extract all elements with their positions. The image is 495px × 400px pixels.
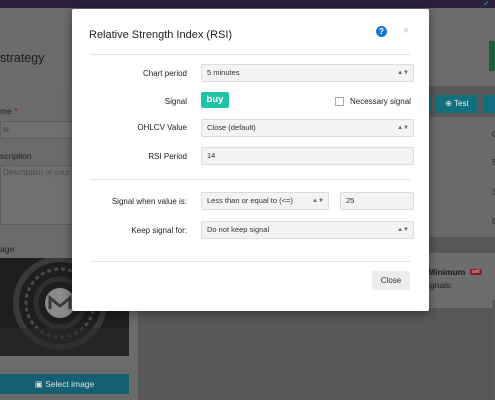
- chart-period-label: Chart period: [142, 69, 187, 78]
- keep-signal-label: Keep signal for:: [131, 226, 187, 235]
- header-accent: [489, 41, 495, 71]
- ohlcv-select[interactable]: Close (default) ▲▼: [201, 119, 414, 137]
- close-button[interactable]: Close: [372, 271, 410, 290]
- select-image-button[interactable]: ▣ Select image: [0, 374, 129, 394]
- select-arrows-icon: ▲▼: [397, 125, 409, 131]
- divider: [90, 54, 410, 55]
- test-button[interactable]: ⊕ Test: [436, 95, 478, 113]
- necessary-signal-label: Necessary signal: [350, 97, 411, 106]
- rsi-period-label: RSI Period: [148, 152, 187, 161]
- keep-signal-select[interactable]: Do not keep signal ▲▼: [201, 221, 414, 239]
- status-check-icon: ✓: [483, 0, 490, 8]
- right-list-panel: C 5 3 C: [430, 117, 495, 237]
- divider: [90, 179, 410, 180]
- page-title: strategy: [0, 51, 45, 65]
- necessary-signal-checkbox[interactable]: [335, 97, 344, 106]
- card-subtitle: ignals:: [428, 280, 453, 290]
- select-arrows-icon: ▲▼: [397, 227, 409, 233]
- select-arrows-icon: ▲▼: [397, 70, 409, 76]
- rsi-modal: Relative Strength Index (RSI) ? × Chart …: [72, 9, 429, 311]
- plus-icon: ⊕: [445, 99, 452, 108]
- modal-title: Relative Strength Index (RSI): [89, 29, 233, 41]
- sell-badge: sell: [470, 269, 482, 275]
- card-title: Minimum: [428, 267, 466, 277]
- top-bar: [0, 0, 495, 8]
- more-button[interactable]: [483, 95, 495, 113]
- divider: [90, 261, 410, 262]
- help-icon[interactable]: ?: [376, 26, 387, 37]
- signal-when-label: Signal when value is:: [111, 197, 187, 206]
- operator-select[interactable]: Less than or equal to (<=) ▲▼: [201, 192, 329, 210]
- select-arrows-icon: ▲▼: [312, 198, 324, 204]
- signal-label: Signal: [164, 97, 187, 106]
- close-icon[interactable]: ×: [403, 25, 409, 37]
- ohlcv-label: OHLCV Value: [137, 123, 187, 132]
- buy-signal-badge[interactable]: buy: [201, 92, 229, 108]
- threshold-input[interactable]: 25: [340, 192, 414, 210]
- image-icon: ▣: [34, 379, 43, 389]
- chart-period-select[interactable]: 5 minutes ▲▼: [201, 64, 414, 82]
- rsi-period-input[interactable]: 14: [201, 147, 414, 165]
